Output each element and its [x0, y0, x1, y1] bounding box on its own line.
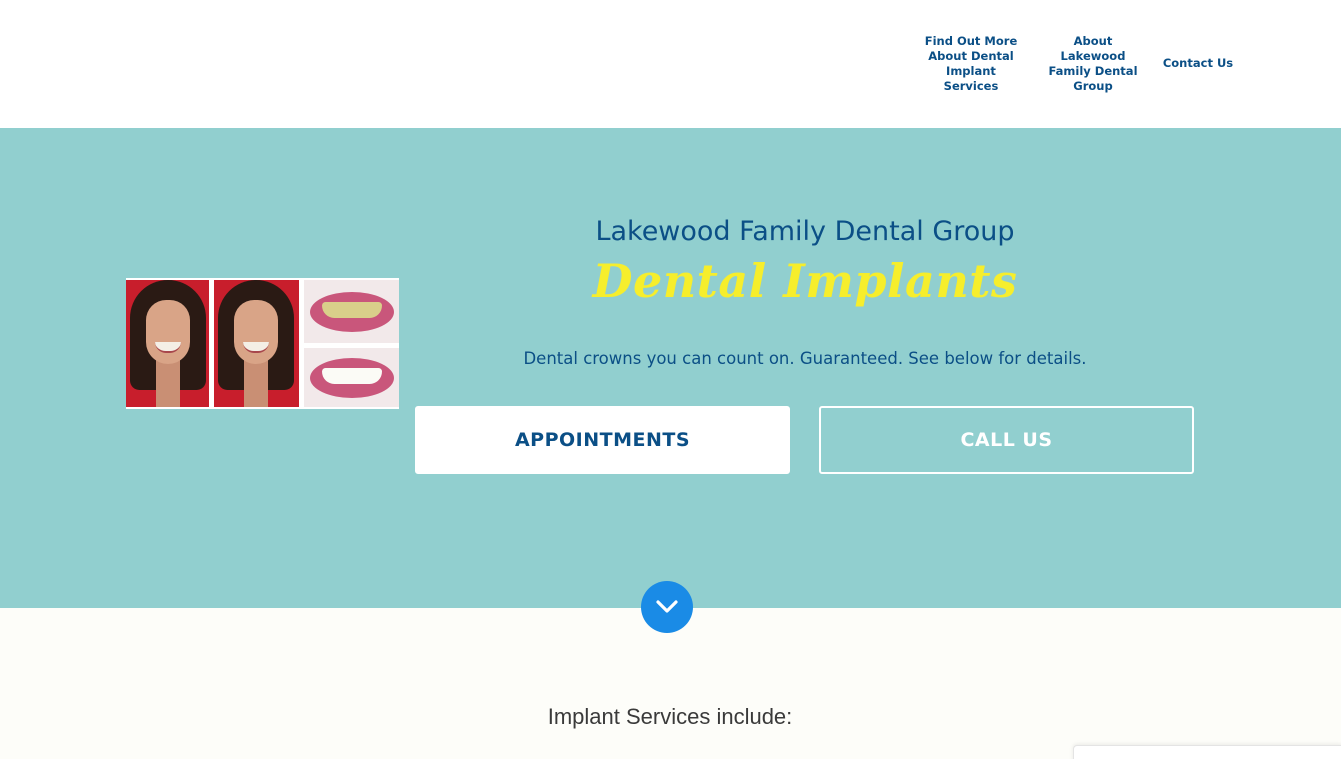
- nav-link-about[interactable]: About Lakewood Family Dental Group: [1043, 34, 1143, 94]
- after-face-photo: [214, 280, 299, 407]
- after-teeth-photo: [304, 348, 399, 407]
- appointments-button[interactable]: APPOINTMENTS: [415, 406, 790, 474]
- before-after-smile-image: [126, 278, 399, 409]
- nav-link-implant-services[interactable]: Find Out More About Dental Implant Servi…: [920, 34, 1022, 94]
- chat-widget[interactable]: [1073, 745, 1341, 759]
- scroll-down-button[interactable]: [641, 581, 693, 633]
- hero-section: Lakewood Family Dental Group Dental Impl…: [0, 128, 1341, 608]
- call-us-button[interactable]: CALL US: [819, 406, 1194, 474]
- before-face-photo: [126, 280, 209, 407]
- before-teeth-photo: [304, 280, 399, 343]
- hero-subtitle: Dental crowns you can count on. Guarante…: [523, 349, 1087, 368]
- practice-name-heading: Lakewood Family Dental Group: [595, 216, 1015, 247]
- dental-implants-heading: Dental Implants: [592, 254, 1018, 308]
- implant-services-heading: Implant Services include:: [547, 704, 793, 729]
- chevron-down-icon: [656, 600, 678, 613]
- page: Find Out More About Dental Implant Servi…: [0, 0, 1341, 759]
- nav-link-contact[interactable]: Contact Us: [1158, 56, 1238, 71]
- site-header: Find Out More About Dental Implant Servi…: [0, 0, 1341, 128]
